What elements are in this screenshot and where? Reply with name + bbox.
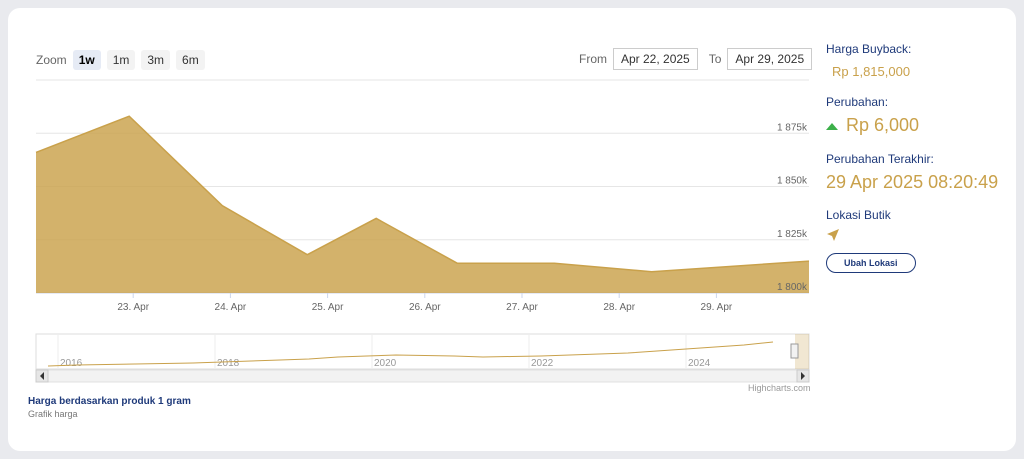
arrow-up-icon — [826, 122, 838, 130]
change-value: Rp 6,000 — [846, 115, 920, 135]
navigator-year-label: 2018 — [217, 358, 240, 369]
navigator[interactable]: 2016 2018 2020 2022 2024 — [35, 333, 810, 383]
footer-title: Harga berdasarkan produk 1 gram — [28, 396, 191, 407]
buyback-label: Harga Buyback: — [826, 42, 912, 56]
navigator-year-label: 2022 — [531, 358, 554, 369]
location-label: Lokasi Butik — [826, 208, 891, 222]
price-area — [36, 116, 809, 293]
y-tick-label: 1 850k — [777, 176, 808, 187]
y-tick-label: 1 875k — [777, 122, 808, 133]
y-tick-label: 1 825k — [777, 229, 808, 240]
x-tick-label: 29. Apr — [701, 302, 733, 313]
y-tick-label: 1 800k — [777, 282, 808, 293]
navigator-year-label: 2020 — [374, 358, 397, 369]
navigator-year-label: 2016 — [60, 358, 83, 369]
x-tick-label: 28. Apr — [603, 302, 635, 313]
x-tick-label: 23. Apr — [117, 302, 149, 313]
price-sidebar: Harga Buyback: Rp 1,815,000 Perubahan: R… — [826, 42, 1016, 273]
last-change-value: 29 Apr 2025 08:20:49 — [826, 172, 999, 192]
footer-subtitle: Grafik harga — [28, 409, 78, 419]
location-button-wrap: Ubah Lokasi — [826, 253, 1016, 273]
change-label: Perubahan: — [826, 95, 889, 109]
highcharts-credit[interactable]: Highcharts.com — [748, 383, 811, 393]
x-tick-label: 24. Apr — [215, 302, 247, 313]
buyback-value: Rp 1,815,000 — [832, 64, 911, 79]
last-change-label: Perubahan Terakhir: — [826, 152, 934, 166]
x-tick-label: 27. Apr — [506, 302, 538, 313]
x-tick-label: 26. Apr — [409, 302, 441, 313]
x-tick-label: 25. Apr — [312, 302, 344, 313]
navigator-handle — [790, 343, 799, 359]
location-arrow-icon — [826, 228, 1016, 247]
scrollbar-track — [35, 369, 810, 383]
navigator-year-label: 2024 — [688, 358, 711, 369]
change-location-button[interactable]: Ubah Lokasi — [826, 253, 916, 273]
change-row: Rp 6,000 — [826, 115, 1016, 136]
